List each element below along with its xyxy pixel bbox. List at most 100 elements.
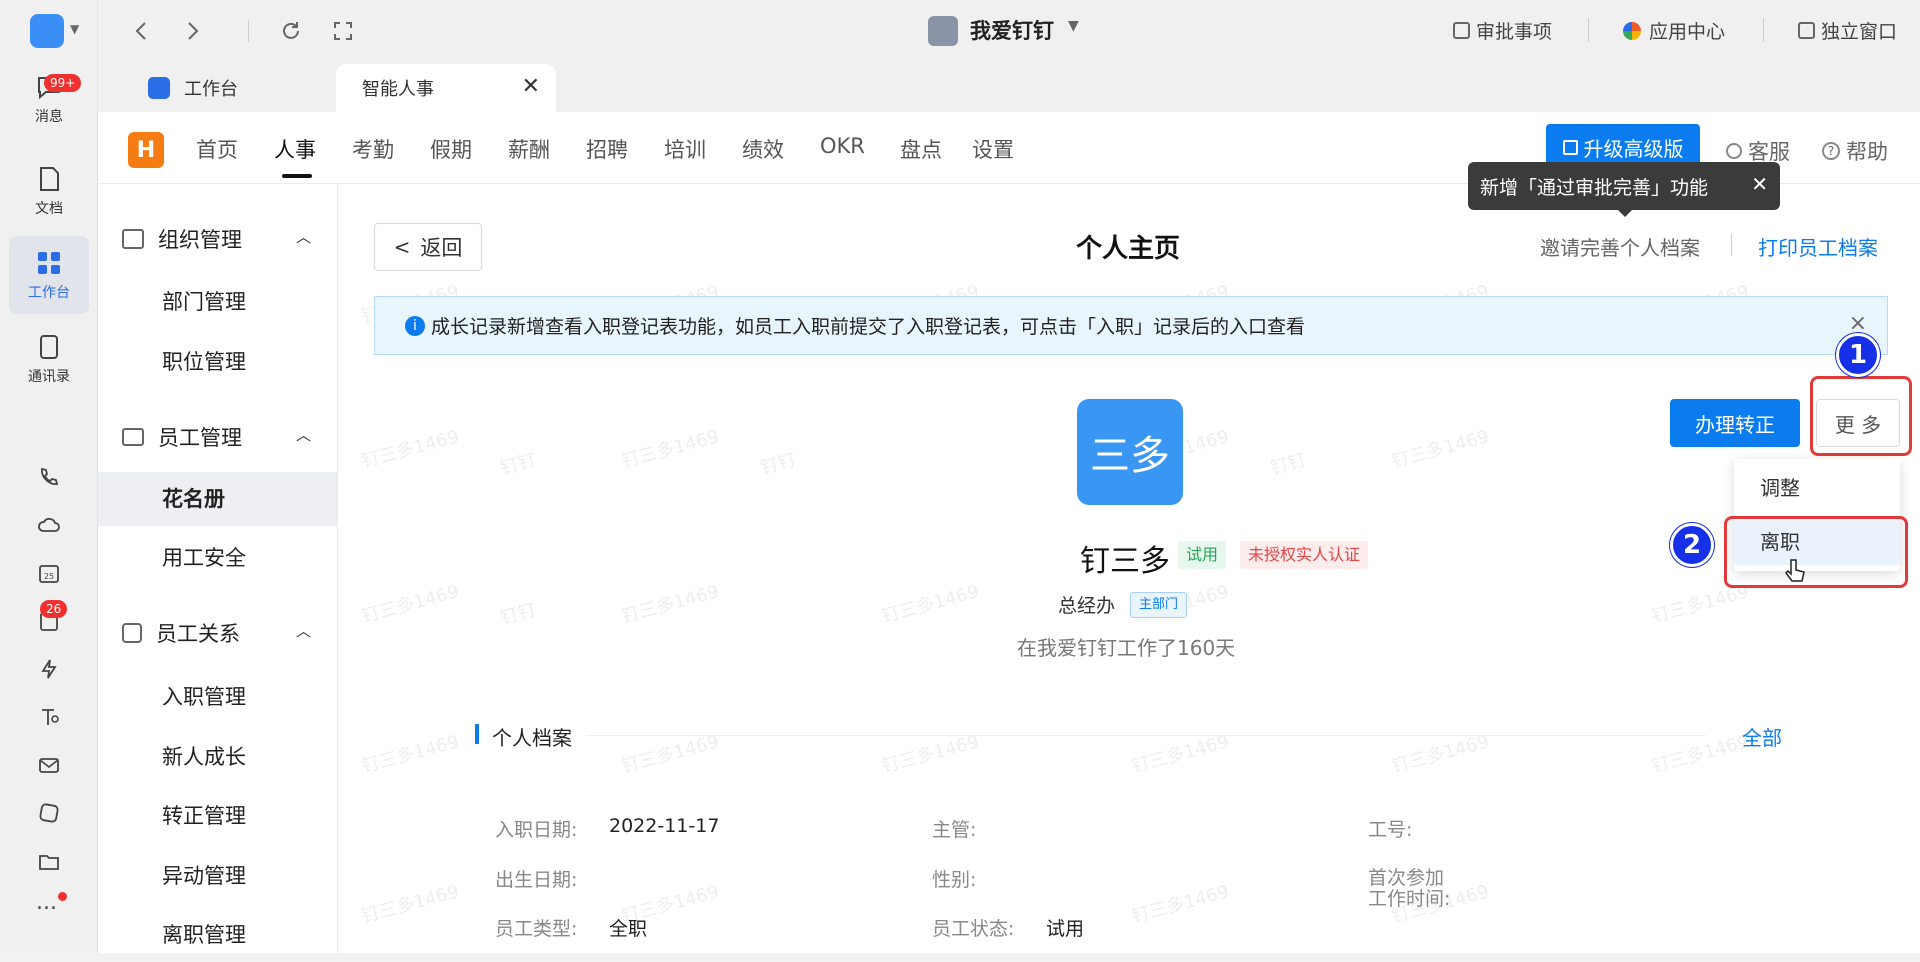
sidebar-item-offboarding[interactable]: 离职管理: [98, 908, 337, 962]
close-tooltip-icon[interactable]: ✕: [1751, 172, 1768, 196]
nav-recruiting[interactable]: 招聘: [586, 134, 628, 164]
standalone-window-label: 独立窗口: [1821, 21, 1898, 43]
page-title: 个人主页: [1076, 234, 1181, 264]
fullscreen-icon[interactable]: [328, 16, 358, 46]
nav-attendance[interactable]: 考勤: [352, 134, 394, 164]
sidebar-item-growth[interactable]: 新人成长: [98, 730, 337, 784]
main-dept-tag: 主部门: [1130, 592, 1188, 618]
sidebar-item-regularization[interactable]: 转正管理: [98, 789, 337, 843]
employee-name: 钉三多: [1080, 544, 1170, 579]
sidebar-group-relations-label: 员工关系: [156, 622, 240, 646]
sidebar-item-roster[interactable]: 花名册: [98, 472, 337, 526]
approvals-button[interactable]: 审批事项: [1453, 17, 1552, 44]
more-apps-icon[interactable]: ...: [36, 890, 57, 915]
sidebar-item-department[interactable]: 部门管理: [98, 275, 337, 329]
hr-app-logo-icon: H: [128, 132, 164, 168]
annotation-highlight-2: [1724, 516, 1908, 588]
annotation-step-1: 1: [1836, 333, 1880, 377]
rail-contacts-label: 通讯录: [28, 369, 70, 385]
unverified-tag: 未授权实人认证: [1240, 541, 1369, 569]
back-arrow-icon[interactable]: [126, 16, 156, 46]
mail-icon[interactable]: [34, 750, 64, 780]
department-name: 总经办: [1058, 595, 1116, 617]
external-window-icon: [1798, 22, 1815, 39]
text-format-icon[interactable]: [34, 702, 64, 732]
sidebar-item-onboarding[interactable]: 入职管理: [98, 670, 337, 724]
folder-icon[interactable]: [34, 846, 64, 876]
print-archive-link[interactable]: 打印员工档案: [1758, 232, 1878, 261]
nav-performance[interactable]: 绩效: [742, 134, 784, 164]
sidebar-item-safety[interactable]: 用工安全: [98, 531, 337, 585]
rail-messages-label: 消息: [35, 109, 63, 125]
sidebar-group-org-label: 组织管理: [158, 228, 242, 252]
divider: [1588, 18, 1589, 42]
sidebar-group-employee[interactable]: 员工管理: [122, 422, 242, 452]
tab-smart-hr[interactable]: 智能人事 ✕: [336, 64, 556, 112]
org-name[interactable]: 我爱钉钉: [970, 15, 1054, 45]
nav-inventory[interactable]: 盘点: [900, 134, 942, 164]
checkbox-icon: [1453, 22, 1470, 39]
chevron-up-icon[interactable]: ︿: [296, 620, 311, 641]
employee-status-value: 试用: [1046, 918, 1085, 940]
info-icon: i: [405, 315, 425, 336]
menu-item-adjust[interactable]: 调整: [1734, 465, 1900, 511]
upgrade-icon: [1562, 139, 1578, 155]
app-center-icon: [1623, 21, 1641, 40]
refresh-icon[interactable]: [276, 16, 306, 46]
headset-icon: [1726, 143, 1742, 159]
app-center-button[interactable]: 应用中心: [1623, 17, 1725, 44]
tab-smart-hr-label: 智能人事: [362, 79, 434, 100]
sidebar-group-org[interactable]: 组织管理: [122, 224, 242, 254]
chevron-up-icon[interactable]: ︿: [296, 424, 311, 445]
active-nav-indicator: [282, 174, 312, 178]
notes-icon[interactable]: [34, 798, 64, 828]
phone-icon[interactable]: [34, 462, 64, 492]
help-button[interactable]: ? 帮助: [1822, 136, 1888, 166]
org-switcher-icon[interactable]: [30, 14, 64, 48]
nav-training[interactable]: 培训: [664, 134, 706, 164]
invite-complete-link[interactable]: 邀请完善个人档案: [1540, 232, 1700, 261]
nav-payroll[interactable]: 薪酬: [508, 134, 550, 164]
back-button[interactable]: < 返回: [374, 223, 482, 271]
tenure-text: 在我爱钉钉工作了160天: [1017, 636, 1236, 660]
chevron-left-icon: <: [393, 235, 411, 259]
lightning-icon[interactable]: [34, 654, 64, 684]
todo-count-badge: 26: [40, 600, 68, 618]
rail-docs[interactable]: 文档: [9, 164, 89, 218]
nav-okr[interactable]: OKR: [820, 134, 865, 158]
nav-settings[interactable]: 设置: [972, 134, 1014, 164]
chevron-down-icon[interactable]: ▼: [70, 22, 79, 36]
sidebar-item-position[interactable]: 职位管理: [98, 335, 337, 389]
chevron-up-icon[interactable]: ︿: [296, 226, 311, 247]
cloud-icon[interactable]: [34, 510, 64, 540]
workbench-icon: [148, 77, 170, 99]
divider: [248, 20, 249, 42]
calendar-icon[interactable]: 25: [34, 558, 64, 588]
view-all-link[interactable]: 全部: [1742, 722, 1782, 751]
nav-leave[interactable]: 假期: [430, 134, 472, 164]
org-dropdown-icon[interactable]: ▼: [1068, 18, 1079, 34]
forward-arrow-icon[interactable]: [178, 16, 208, 46]
relations-icon: [122, 623, 142, 643]
app-center-label: 应用中心: [1649, 21, 1726, 43]
rail-contacts[interactable]: 通讯录: [9, 332, 89, 386]
nav-home[interactable]: 首页: [196, 134, 238, 164]
regularize-button[interactable]: 办理转正: [1670, 399, 1800, 447]
info-notice: i 成长记录新增查看入职登记表功能，如员工入职前提交了入职登记表，可点击「入职」…: [374, 296, 1888, 355]
left-rail: ▼ 消息 99+ 文档 工作台 通讯录 25 26 ...: [0, 0, 98, 953]
tooltip-text: 新增「通过审批完善」功能: [1480, 176, 1709, 199]
close-tab-icon[interactable]: ✕: [522, 74, 540, 99]
grid-icon: [38, 252, 60, 274]
back-button-label: 返回: [420, 236, 463, 260]
tab-workbench[interactable]: 工作台: [128, 64, 338, 112]
sidebar-item-transfer[interactable]: 异动管理: [98, 849, 337, 903]
section-accent-bar: [475, 724, 479, 744]
standalone-window-button[interactable]: 独立窗口: [1798, 17, 1897, 44]
nav-personnel[interactable]: 人事: [274, 134, 316, 164]
tab-bar: 工作台 智能人事 ✕: [98, 62, 1920, 112]
gender-label: 性别:: [932, 869, 977, 891]
top-bar: 我爱钉钉 ▼ 审批事项 应用中心 独立窗口: [98, 0, 1920, 62]
rail-workbench[interactable]: 工作台: [9, 236, 89, 314]
sidebar-group-relations[interactable]: 员工关系: [122, 618, 240, 648]
employee-type-value: 全职: [609, 918, 648, 940]
